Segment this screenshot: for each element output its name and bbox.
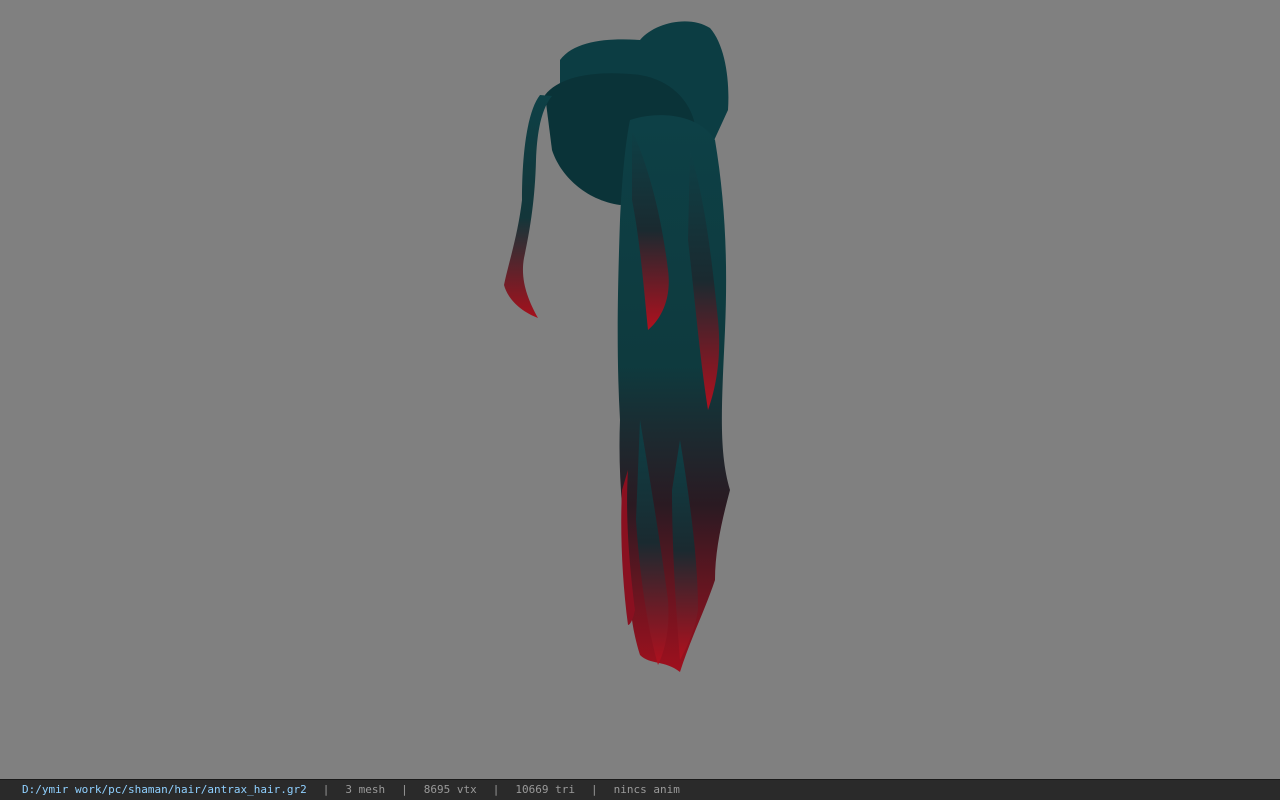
mesh-count-label: 3 mesh [345, 783, 386, 796]
status-separator: | [401, 783, 408, 796]
status-bar: D:/ymir work/pc/shaman/hair/antrax_hair.… [0, 779, 1280, 800]
animation-status-label: nincs anim [613, 783, 680, 796]
hair-left-strand [504, 95, 552, 318]
status-separator: | [322, 783, 330, 796]
status-separator: | [591, 783, 598, 796]
file-path-label: D:/ymir work/pc/shaman/hair/antrax_hair.… [22, 783, 307, 796]
vertex-count-label: 8695 vtx [423, 783, 477, 796]
hair-model-render [504, 21, 730, 673]
3d-viewport[interactable] [0, 0, 1280, 779]
triangle-count-label: 10669 tri [515, 783, 575, 796]
status-separator: | [492, 783, 500, 796]
